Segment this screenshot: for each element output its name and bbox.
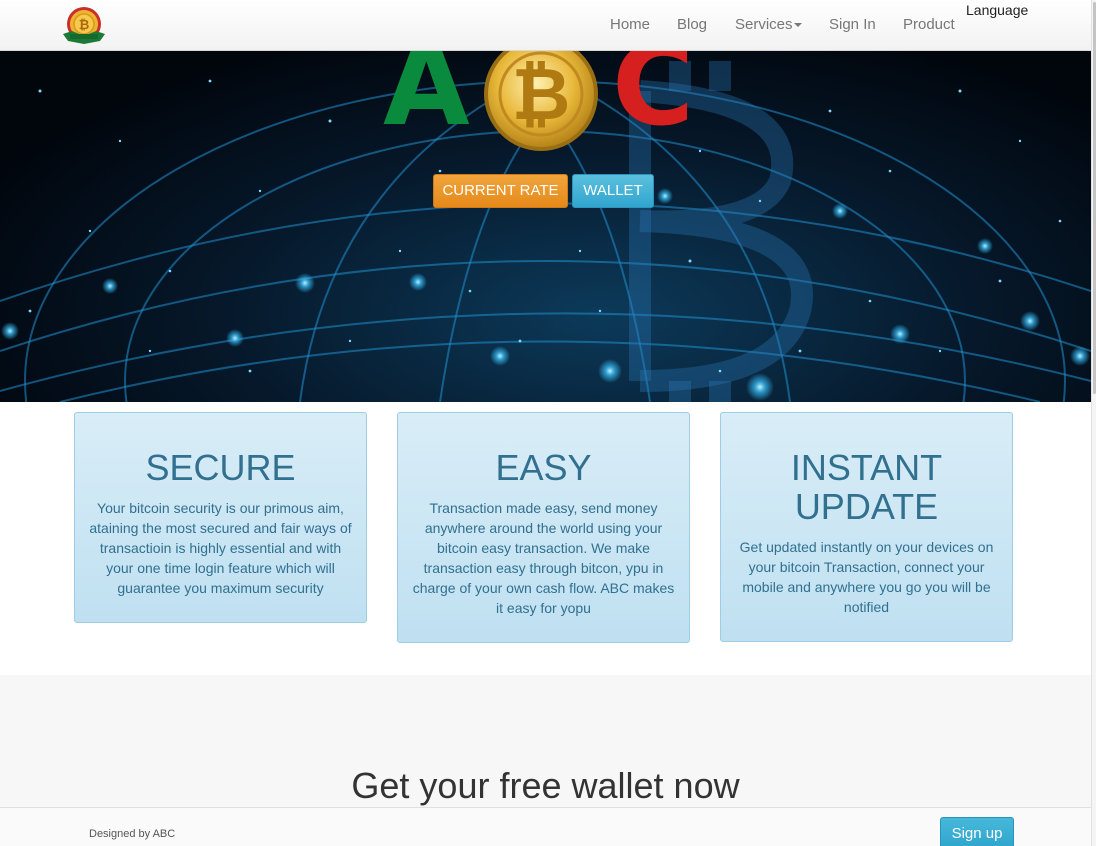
brand-letter-c: C (612, 51, 695, 151)
nav-sign-in[interactable]: Sign In (829, 16, 876, 33)
caret-down-icon (793, 23, 802, 28)
wallet-button[interactable]: WALLET (572, 174, 654, 208)
svg-text:₿: ₿ (79, 18, 90, 33)
nav-product[interactable]: Product (903, 16, 955, 33)
page-scrollbar[interactable] (1091, 0, 1096, 846)
feature-title: INSTANT UPDATE (790, 447, 943, 527)
sign-up-button[interactable]: Sign up (940, 817, 1014, 846)
bitcoin-badge-logo-icon[interactable]: ₿ (60, 4, 108, 48)
current-rate-button[interactable]: CURRENT RATE (433, 174, 568, 208)
nav-services-dropdown[interactable]: Services (735, 16, 802, 33)
footer-credit: Designed by ABC (89, 828, 176, 840)
bitcoin-coin-icon: ₿ (484, 51, 598, 151)
footer: Designed by ABC Sign up (0, 807, 1091, 846)
svg-text:₿: ₿ (512, 52, 571, 136)
wallet-section-title: Get your free wallet now (351, 765, 740, 806)
feature-text: Get updated instantly on your devices on… (739, 539, 994, 615)
navbar: ₿ Home Blog Services Sign In Product Lan… (0, 0, 1091, 51)
bitcoin-network-background: ₿ (0, 51, 1091, 402)
brand-letter-a: A (383, 51, 470, 151)
feature-card-instant-update: INSTANT UPDATE Get updated instantly on … (720, 412, 1013, 642)
feature-card-easy: EASY Transaction made easy, send money a… (397, 412, 690, 643)
feature-text: Your bitcoin security is our primous aim… (89, 500, 352, 596)
nav-home[interactable]: Home (610, 16, 650, 33)
feature-text: Transaction made easy, send money anywhe… (412, 500, 675, 616)
feature-title: SECURE (145, 447, 296, 488)
hero-banner: ₿ A C CURRENT RATE WALLET (0, 51, 1091, 402)
feature-card-secure: SECURE Your bitcoin security is our prim… (74, 412, 367, 623)
feature-title: EASY (495, 447, 592, 488)
language-selector[interactable]: Language (966, 2, 1028, 18)
nav-services-label: Services (735, 16, 793, 33)
page: ₿ Home Blog Services Sign In Product Lan… (0, 0, 1096, 846)
nav-blog[interactable]: Blog (677, 16, 707, 33)
